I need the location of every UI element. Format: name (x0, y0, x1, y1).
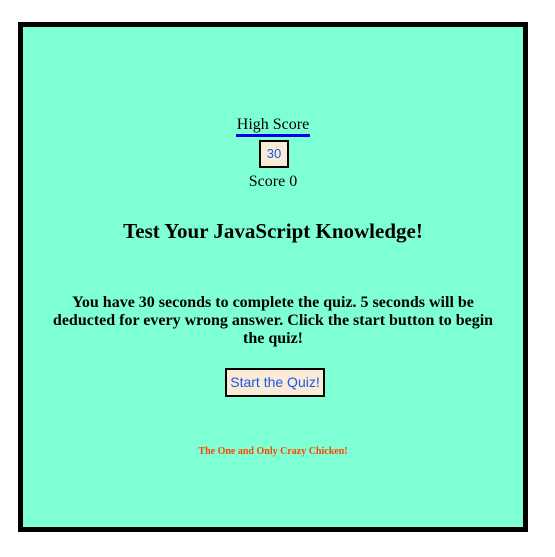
quiz-instructions: You have 30 seconds to complete the quiz… (52, 294, 494, 347)
high-score-label[interactable]: High Score (235, 116, 311, 137)
high-score-link[interactable]: High Score (23, 116, 523, 137)
footer-tagline: The One and Only Crazy Chicken! (198, 446, 348, 457)
score-display: Score 0 (23, 173, 523, 191)
timer-display: 30 (259, 140, 289, 168)
score-label: Score (248, 173, 286, 190)
quiz-container: High Score 30 Score 0 Test Your JavaScri… (18, 22, 528, 532)
quiz-title: Test Your JavaScript Knowledge! (123, 219, 423, 243)
start-quiz-button[interactable]: Start the Quiz! (225, 368, 325, 397)
score-value: 0 (289, 173, 298, 190)
